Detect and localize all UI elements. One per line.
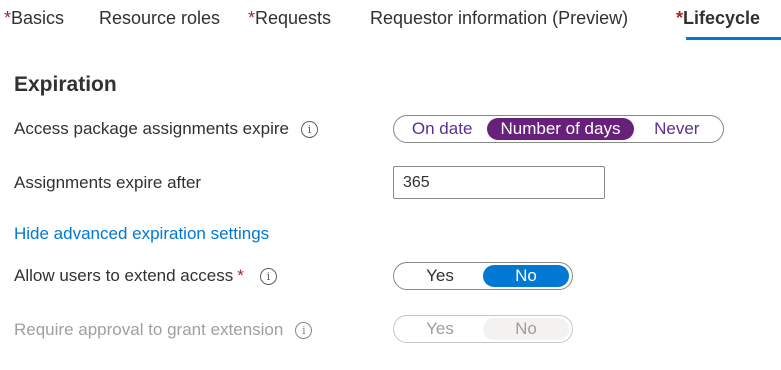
tab-requestor-information[interactable]: Requestor information (Preview) — [370, 8, 628, 29]
option-yes: Yes — [426, 319, 454, 338]
tab-label: Basics — [11, 8, 65, 28]
extend-access-toggle: Yes No — [393, 262, 573, 290]
tab-label: Requestor information (Preview) — [370, 8, 629, 28]
required-marker: * — [4, 8, 12, 28]
option-no[interactable]: No — [483, 265, 569, 287]
require-approval-toggle: Yes No — [393, 315, 573, 343]
tab-label: Resource roles — [99, 8, 221, 28]
option-no: No — [483, 318, 569, 340]
option-on-date[interactable]: On date — [397, 118, 487, 140]
option-yes[interactable]: Yes — [397, 265, 483, 287]
expire-after-days-input[interactable] — [393, 166, 605, 199]
extend-access-label-row: Allow users to extend access * i — [14, 266, 277, 286]
tab-bar: *Basics Resource roles *Requests Request… — [0, 0, 781, 44]
info-icon[interactable]: i — [300, 120, 318, 138]
tab-label: Requests — [255, 8, 332, 28]
expire-setting-choice-group: On date Number of days Never — [393, 115, 724, 143]
required-marker: * — [248, 8, 256, 28]
extend-access-label: Allow users to extend access — [14, 266, 234, 285]
tab-requests[interactable]: *Requests — [248, 8, 331, 29]
tab-basics[interactable]: *Basics — [4, 8, 64, 29]
section-title: Expiration — [14, 73, 117, 96]
tab-resource-roles[interactable]: Resource roles — [99, 8, 220, 29]
required-marker: * — [676, 8, 684, 28]
active-tab-indicator — [686, 37, 781, 40]
tab-lifecycle[interactable]: *Lifecycle — [676, 8, 760, 29]
expire-setting-label: Access package assignments expire — [14, 119, 289, 138]
expire-after-label: Assignments expire after — [14, 173, 202, 192]
require-approval-label: Require approval to grant extension — [14, 320, 284, 339]
expire-after-label-row: Assignments expire after — [14, 173, 201, 193]
require-approval-label-row: Require approval to grant extension i — [14, 320, 313, 340]
option-never[interactable]: Never — [634, 118, 720, 140]
expire-setting-label-row: Access package assignments expire i — [14, 119, 318, 139]
info-icon[interactable]: i — [295, 321, 313, 339]
info-icon[interactable]: i — [259, 267, 277, 285]
option-number-of-days[interactable]: Number of days — [487, 118, 634, 140]
required-marker: * — [237, 266, 244, 285]
tab-label: Lifecycle — [683, 8, 761, 28]
hide-advanced-settings-link[interactable]: Hide advanced expiration settings — [14, 224, 269, 244]
